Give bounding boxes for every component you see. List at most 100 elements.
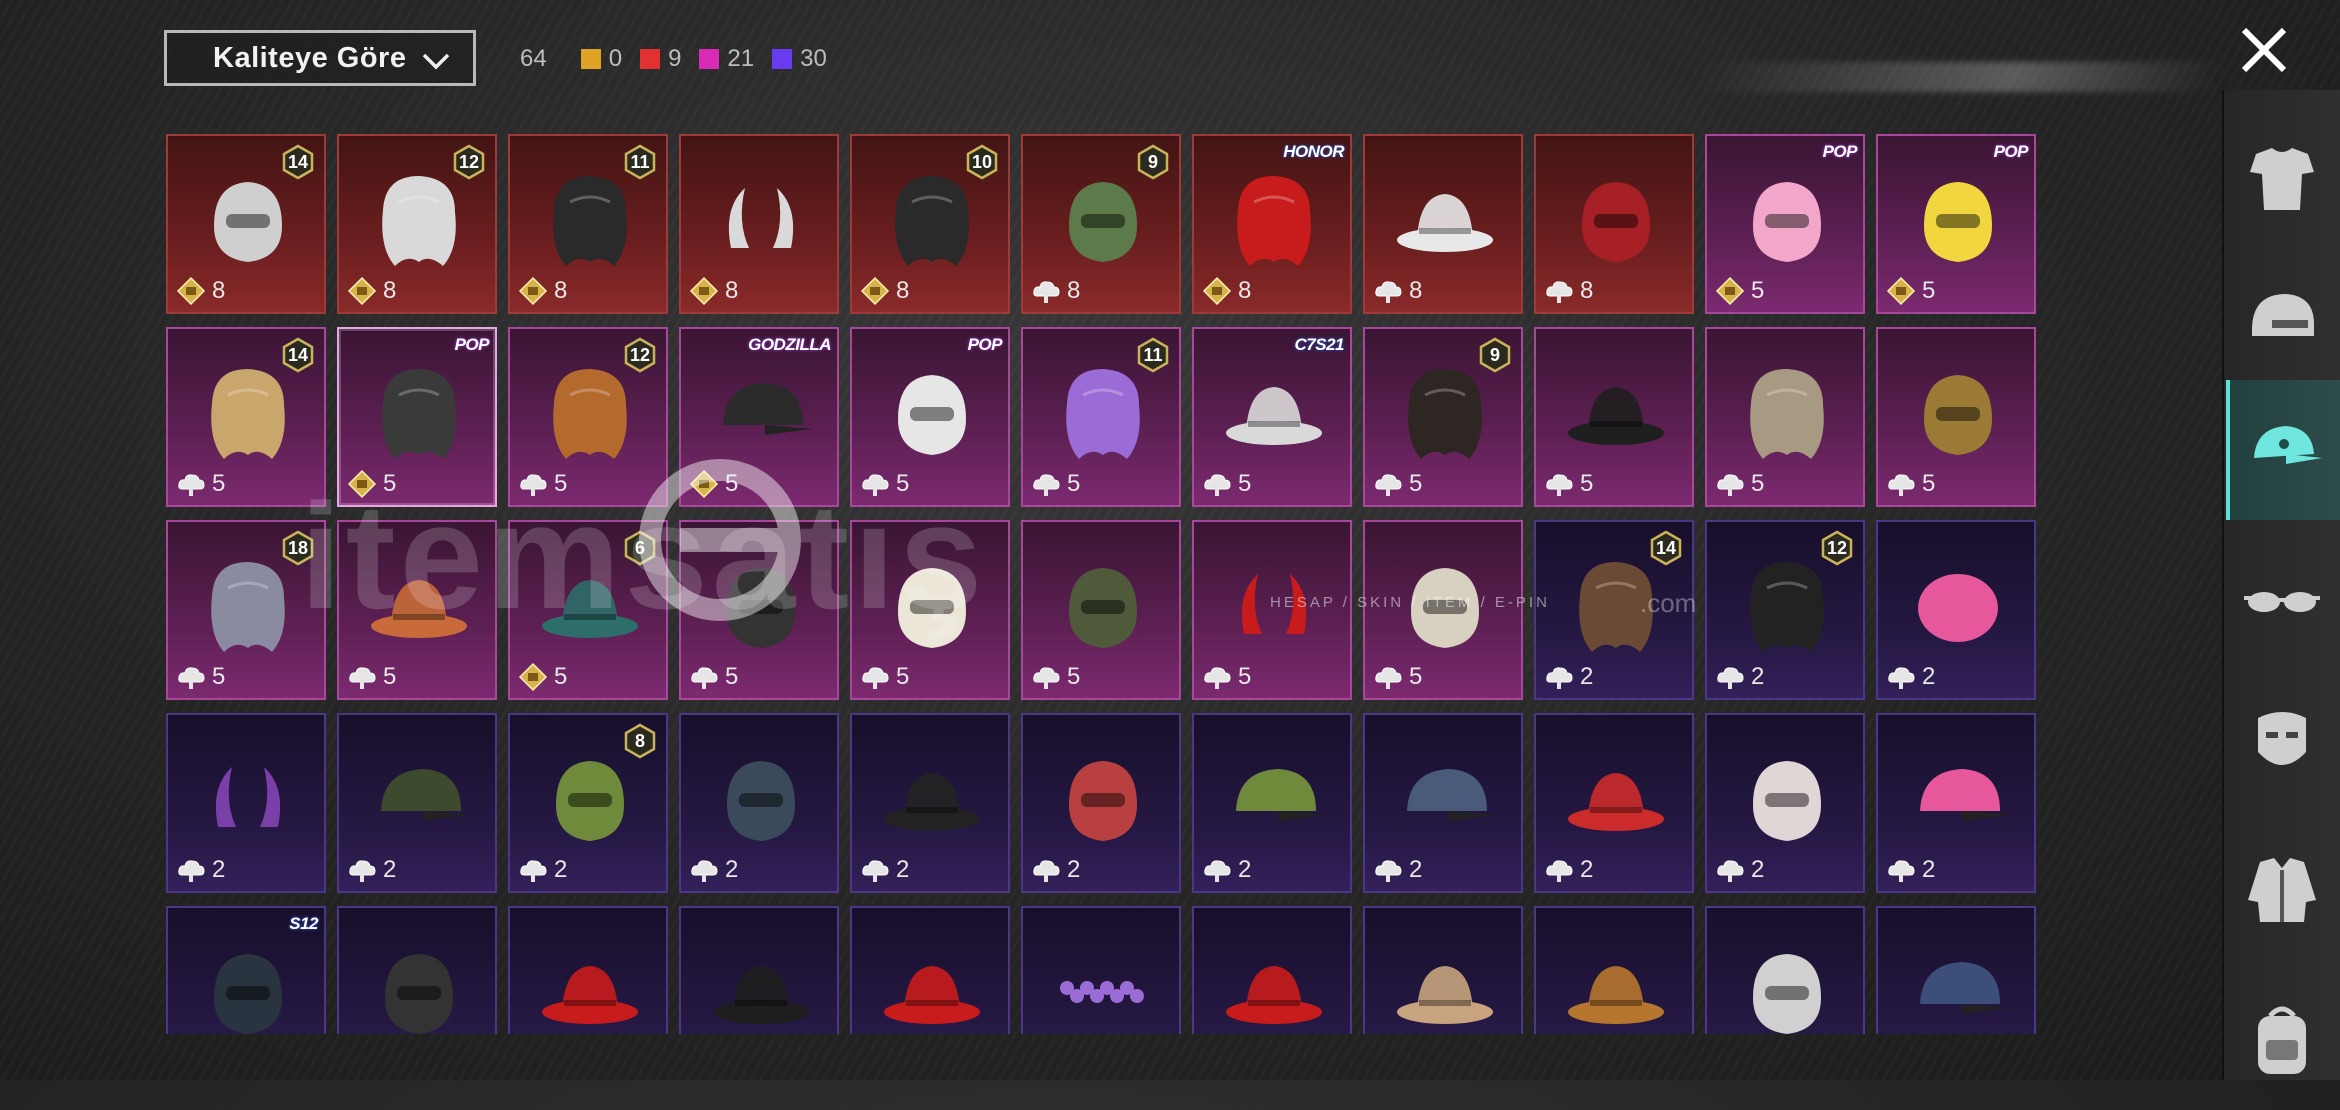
cost-value: 2 bbox=[896, 856, 910, 883]
item-tile[interactable] bbox=[850, 906, 1010, 1034]
quality-count: 9 bbox=[640, 45, 681, 73]
decorative-streak bbox=[1694, 62, 2226, 92]
cost-value: 8 bbox=[725, 277, 739, 304]
cost-value: 8 bbox=[1580, 277, 1594, 304]
category-tab[interactable] bbox=[2226, 380, 2340, 520]
item-tile[interactable]: C7S21 5 bbox=[1192, 327, 1352, 507]
item-tile[interactable] bbox=[1534, 906, 1694, 1034]
item-tile[interactable]: 11 8 bbox=[508, 134, 668, 314]
item-tile[interactable]: 82 bbox=[508, 713, 668, 893]
flower-crown-icon bbox=[1060, 981, 1144, 1003]
category-tab[interactable] bbox=[2226, 530, 2338, 670]
item-tile[interactable]: 2 bbox=[166, 713, 326, 893]
silver-fragment-icon bbox=[1375, 667, 1402, 689]
item-tile[interactable] bbox=[508, 906, 668, 1034]
item-tile[interactable]: 5 bbox=[1021, 520, 1181, 700]
cost-value: 5 bbox=[1751, 277, 1765, 304]
item-tile[interactable]: HONOR 8 bbox=[1192, 134, 1352, 314]
item-tile[interactable]: POP 5 bbox=[1876, 134, 2036, 314]
item-tile[interactable]: 8 bbox=[1363, 134, 1523, 314]
item-tile[interactable] bbox=[337, 906, 497, 1034]
silver-fragment-icon bbox=[1546, 281, 1573, 303]
item-cost: 8 bbox=[1544, 276, 1593, 306]
cost-value: 2 bbox=[554, 856, 568, 883]
item-tile[interactable]: 2 bbox=[679, 713, 839, 893]
green-cap-icon bbox=[1236, 769, 1326, 821]
cost-value: 5 bbox=[725, 663, 739, 690]
item-tile[interactable]: 2 bbox=[1534, 713, 1694, 893]
item-cost: 5 bbox=[860, 662, 909, 692]
silver-fragment-icon bbox=[1375, 281, 1402, 303]
item-tile[interactable]: 2 bbox=[1363, 713, 1523, 893]
item-tile[interactable] bbox=[1363, 906, 1523, 1034]
ribbon-hair-icon bbox=[382, 369, 456, 459]
item-tile[interactable]: 8 bbox=[1534, 134, 1694, 314]
cost-value: 8 bbox=[212, 277, 226, 304]
item-tile[interactable] bbox=[1021, 906, 1181, 1034]
pirate-hat-icon bbox=[1568, 387, 1664, 445]
item-tile[interactable]: 5 bbox=[1705, 327, 1865, 507]
item-cost: 8 bbox=[1373, 276, 1422, 306]
item-tile[interactable]: 98 bbox=[1021, 134, 1181, 314]
witch-hat-icon bbox=[884, 773, 980, 831]
level-badge: 11 bbox=[1135, 337, 1171, 373]
quality-counts: 64 0 9 21 30 bbox=[520, 44, 845, 74]
item-cost: 5 bbox=[176, 662, 225, 692]
item-cost: 5 bbox=[1202, 662, 1251, 692]
item-tile[interactable]: 5 bbox=[1876, 327, 2036, 507]
level-badge: 12 bbox=[1819, 530, 1855, 566]
collab-badge: POP bbox=[1822, 142, 1858, 161]
cost-value: 8 bbox=[383, 277, 397, 304]
item-tile[interactable]: S12 bbox=[166, 906, 326, 1034]
category-tab[interactable] bbox=[2226, 970, 2338, 1110]
gold-coupon-icon bbox=[347, 276, 377, 306]
silver-fragment-icon bbox=[1204, 474, 1231, 496]
item-tile[interactable]: POP 5 bbox=[1705, 134, 1865, 314]
level-value: 11 bbox=[1143, 345, 1163, 365]
cost-value: 2 bbox=[1580, 856, 1594, 883]
level-value: 12 bbox=[458, 152, 480, 172]
cost-value: 8 bbox=[1238, 277, 1252, 304]
cost-value: 8 bbox=[1409, 277, 1423, 304]
pink-beanie-icon bbox=[1918, 574, 1998, 642]
category-tab[interactable] bbox=[2226, 670, 2338, 810]
cost-value: 8 bbox=[1067, 277, 1081, 304]
level-value: 12 bbox=[1826, 538, 1848, 558]
item-cost: 8 bbox=[1031, 276, 1080, 306]
item-tile[interactable]: 12 8 bbox=[337, 134, 497, 314]
watermark-brand: itemsatış bbox=[300, 472, 987, 640]
item-tile[interactable]: 2 bbox=[337, 713, 497, 893]
item-tile[interactable]: 2 bbox=[1192, 713, 1352, 893]
cost-value: 5 bbox=[1238, 470, 1252, 497]
silver-fragment-icon bbox=[1033, 860, 1060, 882]
spiked-cap-icon bbox=[723, 383, 813, 435]
item-tile[interactable]: 10 8 bbox=[850, 134, 1010, 314]
level-badge: 14 bbox=[1648, 530, 1684, 566]
item-tile[interactable]: 11 5 bbox=[1021, 327, 1181, 507]
category-tab[interactable] bbox=[2226, 250, 2338, 390]
item-tile[interactable] bbox=[1876, 906, 2036, 1034]
item-tile[interactable] bbox=[1705, 906, 1865, 1034]
item-tile[interactable]: 8 bbox=[679, 134, 839, 314]
silver-fragment-icon bbox=[1888, 860, 1915, 882]
sort-dropdown[interactable]: Kaliteye Göre bbox=[164, 30, 476, 86]
item-tile[interactable]: 2 bbox=[1705, 713, 1865, 893]
item-tile[interactable]: 95 bbox=[1363, 327, 1523, 507]
close-icon[interactable] bbox=[2234, 20, 2294, 80]
military-helmet-icon bbox=[1069, 568, 1137, 648]
category-tab[interactable] bbox=[2226, 110, 2338, 250]
item-tile[interactable]: 14 8 bbox=[166, 134, 326, 314]
item-cost: 5 bbox=[1886, 469, 1935, 499]
item-tile[interactable] bbox=[679, 906, 839, 1034]
item-tile[interactable]: 12 2 bbox=[1705, 520, 1865, 700]
item-cost: 2 bbox=[860, 855, 909, 885]
item-tile[interactable]: 2 bbox=[1021, 713, 1181, 893]
item-tile[interactable] bbox=[1192, 906, 1352, 1034]
item-tile[interactable]: 2 bbox=[850, 713, 1010, 893]
quality-count-value: 0 bbox=[608, 45, 623, 72]
item-tile[interactable]: 5 bbox=[1534, 327, 1694, 507]
item-tile[interactable]: 2 bbox=[1876, 520, 2036, 700]
category-tab[interactable] bbox=[2226, 820, 2338, 960]
item-tile[interactable]: 2 bbox=[1876, 713, 2036, 893]
gold-coupon-icon bbox=[860, 276, 890, 306]
